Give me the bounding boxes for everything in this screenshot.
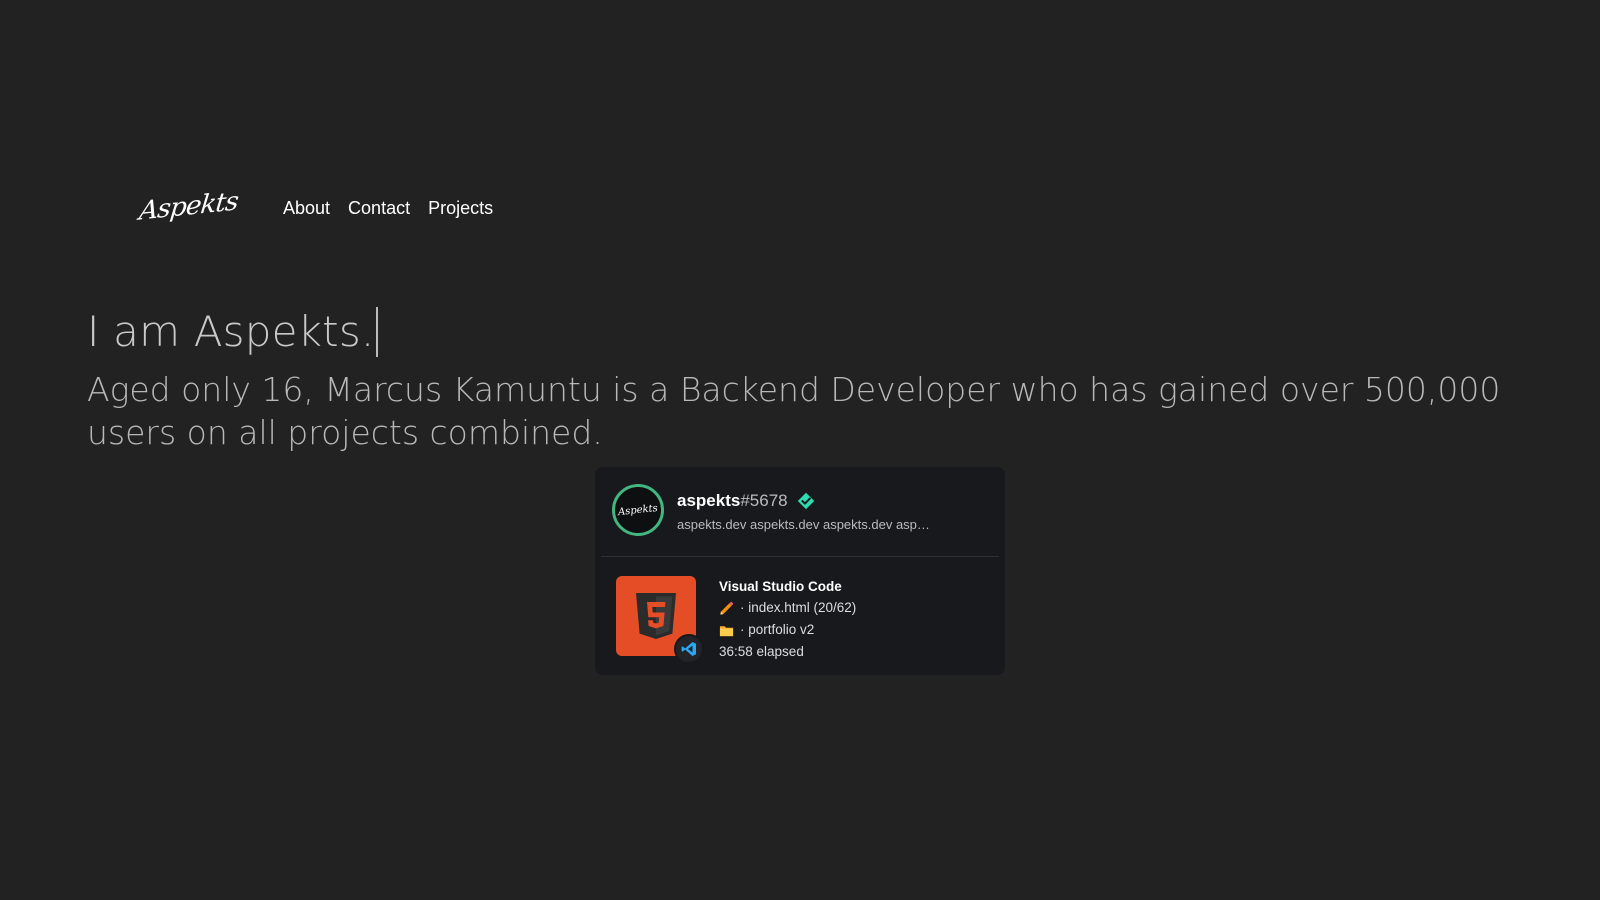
folder-icon (719, 625, 734, 636)
activity-app-name: Visual Studio Code (719, 579, 842, 594)
hero-title-text: I am Aspekts. (87, 307, 375, 356)
pencil-icon (720, 601, 734, 615)
avatar: Aspekts (612, 484, 664, 536)
html5-icon (636, 593, 676, 639)
activity-file-line: · index.html (20/62) (719, 597, 856, 619)
custom-status: aspekts.dev aspekts.dev aspekts.dev aspe… (677, 516, 935, 532)
activity-details: Visual Studio Code · index.html (20/62) … (719, 576, 856, 663)
hero-title: I am Aspekts. (87, 305, 379, 359)
card-user-info: Aspekts aspekts #5678 aspekts.dev aspekts… (612, 484, 935, 536)
user-tag: aspekts #5678 (677, 489, 935, 513)
main-nav: About Contact Projects (283, 198, 493, 219)
hero-subtitle: Aged only 16, Marcus Kamuntu is a Backen… (87, 370, 1501, 452)
activity-small-image (674, 634, 704, 664)
activity-elapsed: 36:58 elapsed (719, 644, 804, 659)
discord-presence-card: Aspekts aspekts #5678 aspekts.dev aspekts… (595, 467, 1005, 675)
activity-workspace-line: · portfolio v2 (719, 619, 856, 641)
card-divider (601, 556, 999, 557)
activity-workspace: · portfolio v2 (740, 622, 815, 637)
typing-cursor (376, 307, 379, 357)
nav-link-contact[interactable]: Contact (348, 198, 410, 219)
activity-file: · index.html (20/62) (740, 600, 857, 615)
username: aspekts (677, 490, 741, 510)
activity: Visual Studio Code · index.html (20/62) … (616, 576, 856, 664)
activity-large-image (616, 576, 704, 664)
nav-link-about[interactable]: About (283, 198, 330, 219)
discriminator: #5678 (740, 490, 788, 510)
verified-badge-icon (797, 492, 814, 509)
logo[interactable]: Aspekts (138, 187, 240, 227)
avatar-logo: Aspekts (617, 502, 659, 518)
site-header: Aspekts About Contact Projects (138, 186, 493, 230)
nav-link-projects[interactable]: Projects (428, 198, 493, 219)
user-text: aspekts #5678 aspekts.dev aspekts.dev asp… (677, 489, 935, 532)
vscode-icon (681, 642, 696, 656)
